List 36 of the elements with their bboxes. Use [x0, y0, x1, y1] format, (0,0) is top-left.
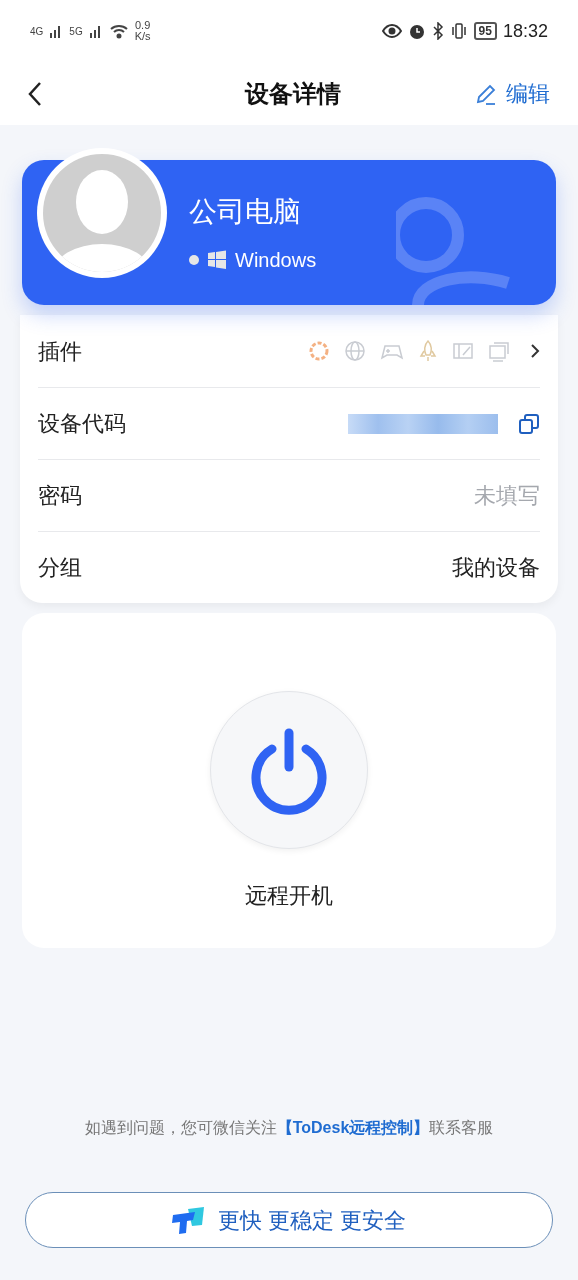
globe-icon[interactable] — [344, 340, 366, 362]
help-text: 联系客服 — [429, 1118, 494, 1138]
slogan-banner[interactable]: 更快 更稳定 更安全 — [25, 1192, 553, 1248]
logo — [171, 1206, 206, 1234]
help-text: 如遇到问题，您可微信关注 — [84, 1118, 277, 1138]
row-label: 分组 — [38, 554, 82, 582]
row-label: 密码 — [38, 482, 82, 510]
net-speed: 0.9 — [135, 20, 151, 31]
eye-icon — [381, 24, 402, 38]
edit-button[interactable]: 编辑 — [474, 77, 550, 110]
rocket-icon[interactable] — [418, 339, 438, 363]
windows-stack-icon[interactable] — [488, 340, 510, 362]
row-value: 我的设备 — [452, 554, 540, 582]
os-label: Windows — [235, 247, 317, 273]
row-value: 未填写 — [474, 482, 540, 510]
ring-icon[interactable] — [308, 340, 330, 362]
vibrate-icon — [449, 22, 468, 40]
windows-logo-icon — [207, 249, 227, 270]
wifi-icon — [108, 23, 129, 39]
net-unit: K/s — [134, 31, 151, 42]
network-label: 5G — [69, 24, 83, 39]
chevron-right-icon[interactable] — [530, 343, 540, 359]
alarm-icon — [407, 22, 426, 40]
clock: 18:32 — [502, 19, 548, 43]
board-icon[interactable] — [452, 341, 474, 361]
network-label: 4G — [30, 24, 44, 39]
device-name: 公司电脑 — [189, 194, 302, 229]
power-label: 远程开机 — [245, 882, 333, 910]
row-label: 插件 — [38, 337, 82, 366]
copy-icon[interactable] — [518, 412, 540, 435]
signal-icon — [88, 24, 103, 38]
row-label: 设备代码 — [38, 410, 126, 438]
wechat-link[interactable]: 【ToDesk远程控制】 — [276, 1116, 430, 1140]
bluetooth-icon — [431, 22, 444, 40]
battery-indicator: 95 — [473, 22, 497, 40]
page-title: 设备详情 — [245, 78, 341, 109]
